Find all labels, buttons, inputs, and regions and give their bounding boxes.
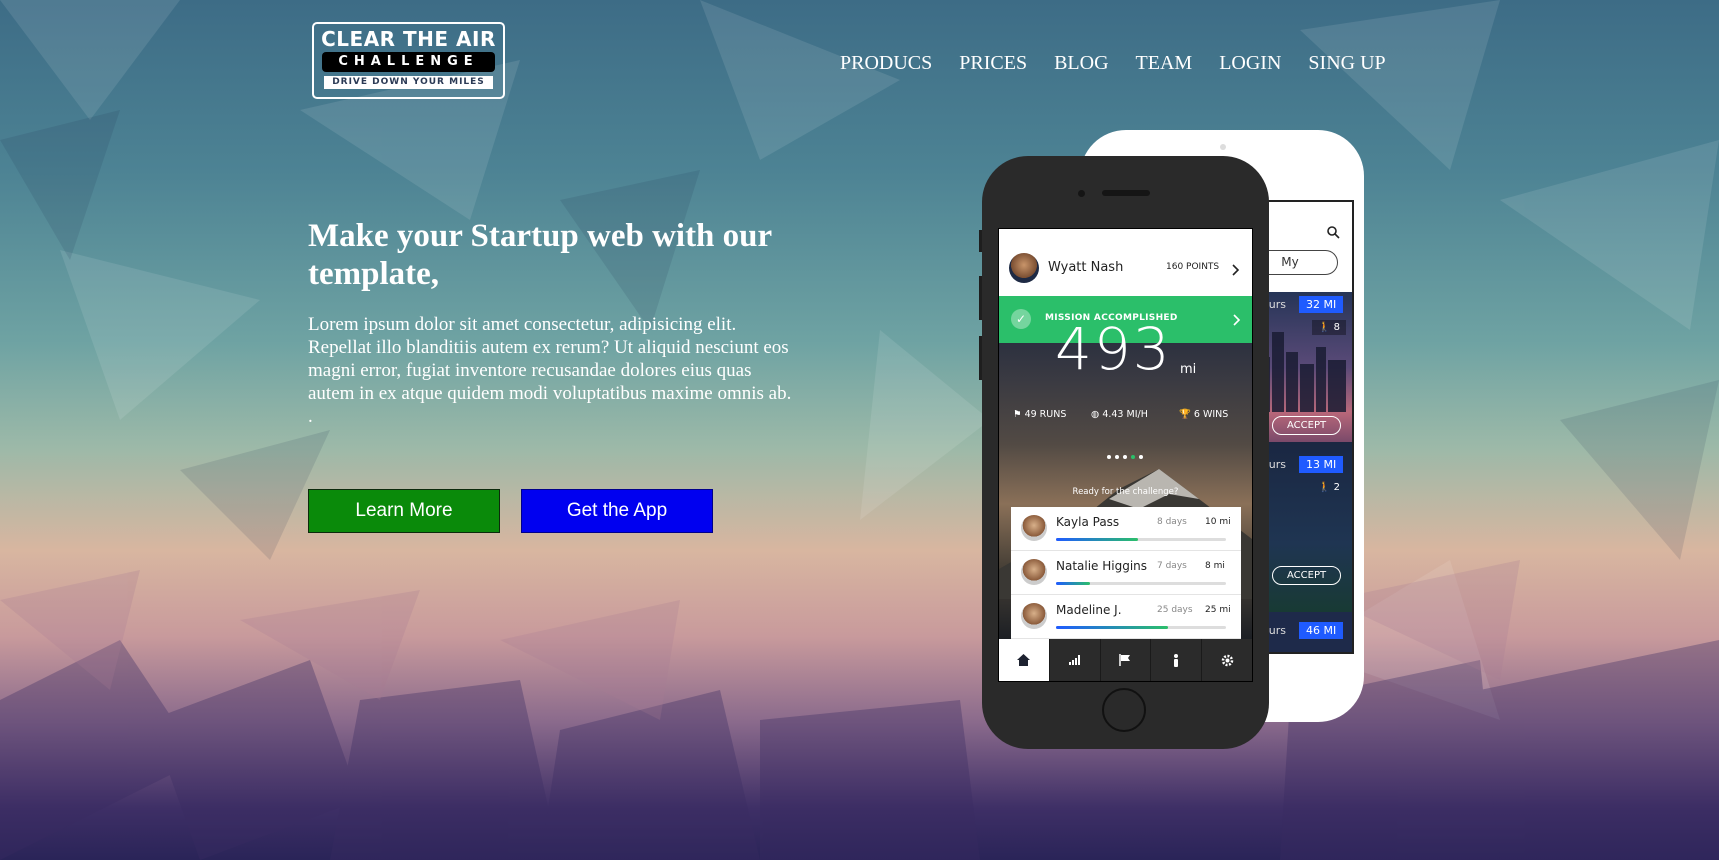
nav-signup[interactable]: SING UP bbox=[1308, 52, 1385, 75]
nav-team[interactable]: TEAM bbox=[1136, 52, 1193, 75]
card-1-miles-badge: 32 MI bbox=[1299, 296, 1344, 313]
stat-speed-label: 4.43 MI/H bbox=[1102, 409, 1148, 420]
card-2-miles-badge: 13 MI bbox=[1299, 456, 1344, 473]
leaderboard-row[interactable]: Madeline J. 25 days 25 mi bbox=[1011, 595, 1241, 639]
leader-progress-track bbox=[1056, 582, 1226, 585]
page-indicator[interactable] bbox=[1107, 455, 1143, 459]
tab-stats[interactable] bbox=[1048, 639, 1100, 681]
distance-unit: mi bbox=[1180, 362, 1197, 377]
stat-runs-label: 49 RUNS bbox=[1024, 409, 1067, 420]
back-phone-camera bbox=[1220, 144, 1226, 150]
avatar bbox=[1009, 253, 1039, 283]
card-1-people: 🚶 8 bbox=[1312, 320, 1347, 335]
logo-line-1: CLEAR THE AIR bbox=[321, 27, 496, 51]
stat-runs: ⚑ 49 RUNS bbox=[1013, 409, 1066, 420]
card-2-people: 🚶 2 bbox=[1312, 480, 1346, 495]
challenge-prompt: Ready for the challenge? bbox=[1072, 487, 1179, 497]
front-camera bbox=[1078, 190, 1085, 197]
flag-icon: ⚑ bbox=[1013, 409, 1022, 420]
page-dot bbox=[1115, 455, 1119, 459]
person-icon bbox=[1174, 653, 1179, 667]
nav-products[interactable]: PRODUCS bbox=[840, 52, 932, 75]
home-button[interactable] bbox=[1102, 688, 1146, 732]
logo-tagline: DRIVE DOWN YOUR MILES bbox=[324, 76, 493, 89]
tab-challenges[interactable] bbox=[1099, 639, 1151, 681]
card-1-accept-button[interactable]: ACCEPT bbox=[1272, 416, 1342, 435]
tab-home[interactable] bbox=[999, 639, 1049, 681]
stat-speed: ◍ 4.43 MI/H bbox=[1091, 409, 1148, 420]
leader-miles: 8 mi bbox=[1205, 561, 1225, 571]
leader-miles: 25 mi bbox=[1205, 605, 1231, 615]
search-icon[interactable] bbox=[1327, 226, 1340, 239]
profile-header[interactable]: Wyatt Nash 160 POINTS bbox=[999, 229, 1252, 296]
nav-login[interactable]: LOGIN bbox=[1219, 52, 1281, 75]
leaderboard: Kayla Pass 8 days 10 mi Natalie Higgins 7 da… bbox=[1011, 507, 1241, 639]
phone-side-button bbox=[979, 230, 982, 252]
leader-progress-track bbox=[1056, 626, 1226, 629]
stats-icon bbox=[1068, 655, 1080, 665]
leader-name: Natalie Higgins bbox=[1056, 559, 1148, 573]
tab-profile[interactable] bbox=[1150, 639, 1201, 681]
front-phone-screen: Wyatt Nash 160 POINTS ✓ MISSION ACCOMPLI… bbox=[998, 228, 1253, 682]
leader-progress-fill bbox=[1056, 626, 1169, 629]
hero-lead: Lorem ipsum dolor sit amet consectetur, … bbox=[308, 314, 792, 427]
gear-icon bbox=[1221, 654, 1233, 666]
card-3-miles-badge: 46 MI bbox=[1299, 622, 1344, 639]
phone-volume-down bbox=[979, 336, 982, 380]
logo[interactable]: CLEAR THE AIR CHALLENGE DRIVE DOWN YOUR … bbox=[312, 22, 505, 99]
stat-wins-label: 6 WINS bbox=[1193, 409, 1229, 420]
card-1-people-count: 8 bbox=[1333, 322, 1341, 333]
learn-more-button[interactable]: Learn More bbox=[308, 489, 500, 533]
leader-days: 8 days bbox=[1157, 517, 1187, 527]
front-speaker bbox=[1102, 190, 1150, 196]
tab-settings[interactable] bbox=[1201, 639, 1252, 681]
person-icon: 🚶 bbox=[1318, 482, 1331, 493]
speedometer-icon: ◍ bbox=[1091, 409, 1100, 420]
phone-volume-up bbox=[979, 276, 982, 320]
tab-bar bbox=[999, 639, 1252, 681]
user-name: Wyatt Nash bbox=[1048, 260, 1124, 275]
avatar bbox=[1021, 603, 1047, 629]
stat-wins: 🏆 6 WINS bbox=[1179, 409, 1228, 420]
home-icon bbox=[1017, 654, 1031, 666]
avatar bbox=[1021, 559, 1047, 585]
page-dot bbox=[1107, 455, 1111, 459]
trophy-icon: 🏆 bbox=[1179, 409, 1191, 420]
card-2-accept-button[interactable]: ACCEPT bbox=[1272, 566, 1342, 585]
leader-progress-track bbox=[1056, 538, 1226, 541]
user-points: 160 POINTS bbox=[1166, 262, 1220, 272]
leader-miles: 10 mi bbox=[1205, 517, 1231, 527]
leader-progress-fill bbox=[1056, 582, 1090, 585]
leader-progress-fill bbox=[1056, 538, 1138, 541]
person-icon: 🚶 bbox=[1318, 322, 1331, 333]
avatar bbox=[1021, 515, 1047, 541]
low-poly-background bbox=[0, 0, 1719, 860]
get-app-button[interactable]: Get the App bbox=[521, 489, 713, 533]
chevron-right-icon bbox=[1233, 314, 1241, 326]
flag-icon bbox=[1119, 654, 1131, 666]
check-icon: ✓ bbox=[1011, 309, 1031, 329]
leaderboard-row[interactable]: Kayla Pass 8 days 10 mi bbox=[1011, 507, 1241, 551]
leader-days: 7 days bbox=[1157, 561, 1187, 571]
page-dot bbox=[1123, 455, 1127, 459]
leader-name: Kayla Pass bbox=[1056, 515, 1120, 529]
front-phone-mockup: Wyatt Nash 160 POINTS ✓ MISSION ACCOMPLI… bbox=[979, 156, 1269, 749]
leader-name: Madeline J. bbox=[1056, 603, 1122, 617]
page-dot-active bbox=[1131, 455, 1135, 459]
page-dot bbox=[1139, 455, 1143, 459]
leaderboard-row[interactable]: Natalie Higgins 7 days 8 mi bbox=[1011, 551, 1241, 595]
hero-headline: Make your Startup web with our template, bbox=[308, 218, 772, 292]
main-nav: PRODUCS PRICES BLOG TEAM LOGIN SING UP bbox=[840, 52, 1413, 75]
nav-prices[interactable]: PRICES bbox=[959, 52, 1027, 75]
card-2-people-count: 2 bbox=[1333, 482, 1341, 493]
distance-value: 493 bbox=[1055, 315, 1172, 383]
nav-blog[interactable]: BLOG bbox=[1054, 52, 1108, 75]
chevron-right-icon bbox=[1232, 264, 1240, 276]
logo-line-2: CHALLENGE bbox=[322, 52, 495, 72]
leader-days: 25 days bbox=[1157, 605, 1193, 615]
